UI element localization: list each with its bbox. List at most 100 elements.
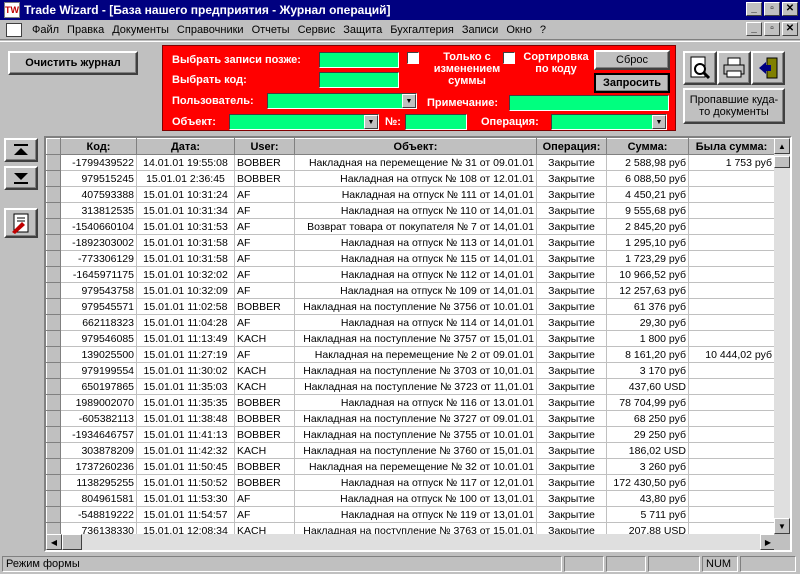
row-selector[interactable] bbox=[46, 330, 61, 347]
sort-by-code-checkbox[interactable] bbox=[503, 52, 515, 64]
row-selector[interactable] bbox=[46, 346, 61, 363]
column-header-sum[interactable]: Сумма: bbox=[606, 138, 689, 155]
menu-window[interactable]: Окно bbox=[502, 24, 536, 36]
chevron-down-icon[interactable]: ▼ bbox=[402, 94, 416, 108]
table-row[interactable]: 979546085 15.01.01 11:13:49 KACH Накладная … bbox=[46, 330, 775, 347]
column-header-code[interactable]: Код: bbox=[60, 138, 137, 155]
table-row[interactable]: 979545571 15.01.01 11:02:58 BOBBER Накладна… bbox=[46, 298, 775, 315]
row-selector[interactable] bbox=[46, 250, 61, 267]
horizontal-scroll-thumb[interactable] bbox=[62, 534, 82, 550]
reset-button[interactable]: Сброс bbox=[594, 50, 670, 70]
scroll-left-icon[interactable]: ◀ bbox=[46, 534, 62, 550]
table-row[interactable]: 313812535 15.01.01 10:31:34 AF Накладная на… bbox=[46, 202, 775, 219]
horizontal-scrollbar[interactable]: ◀ ▶ bbox=[46, 534, 776, 550]
note-field[interactable] bbox=[509, 95, 669, 111]
operation-select[interactable]: ▼ bbox=[551, 114, 667, 130]
row-selector[interactable] bbox=[46, 506, 61, 523]
menu-edit[interactable]: Правка bbox=[63, 24, 108, 36]
table-row[interactable]: -1892303002 15.01.01 10:31:58 AF Накладная … bbox=[46, 234, 775, 251]
scroll-down-icon[interactable]: ▼ bbox=[774, 518, 790, 534]
table-row[interactable]: 303878209 15.01.01 11:42:32 KACH Накладная … bbox=[46, 442, 775, 459]
table-row[interactable]: 139025500 15.01.01 11:27:19 AF Накладная на… bbox=[46, 346, 775, 363]
table-row[interactable]: -1645971175 15.01.01 10:32:02 AF Накладная … bbox=[46, 266, 775, 283]
restore-button[interactable]: ▫ bbox=[764, 2, 780, 16]
column-header-operation[interactable]: Операция: bbox=[536, 138, 607, 155]
minimize-button[interactable]: _ bbox=[746, 2, 762, 16]
menu-file[interactable]: Файл bbox=[28, 24, 63, 36]
table-row[interactable]: 979515245 15.01.01 2:36:45 BOBBER Накладная… bbox=[46, 170, 775, 187]
row-selector[interactable] bbox=[46, 426, 61, 443]
number-field[interactable] bbox=[405, 114, 467, 130]
row-selector[interactable] bbox=[46, 490, 61, 507]
print-button[interactable] bbox=[717, 51, 751, 85]
menu-documents[interactable]: Документы bbox=[108, 24, 173, 36]
table-row[interactable]: -1799439522 14.01.01 19:55:08 BOBBER Наклад… bbox=[46, 154, 775, 171]
row-selector[interactable] bbox=[46, 266, 61, 283]
row-selector[interactable] bbox=[46, 458, 61, 475]
row-selector[interactable] bbox=[46, 170, 61, 187]
menu-protection[interactable]: Защита bbox=[339, 24, 386, 36]
row-selector[interactable] bbox=[46, 362, 61, 379]
row-selector[interactable] bbox=[46, 186, 61, 203]
row-selector[interactable] bbox=[46, 282, 61, 299]
table-row[interactable]: 1737260236 15.01.01 11:50:45 BOBBER Накладн… bbox=[46, 458, 775, 475]
row-selector[interactable] bbox=[46, 298, 61, 315]
row-selector[interactable] bbox=[46, 234, 61, 251]
table-row[interactable]: 662118323 15.01.01 11:04:28 AF Накладная на… bbox=[46, 314, 775, 331]
row-selector[interactable] bbox=[46, 474, 61, 491]
records-after-field[interactable] bbox=[319, 52, 399, 68]
mdi-minimize-button[interactable]: _ bbox=[746, 22, 762, 36]
column-header-object[interactable]: Объект: bbox=[294, 138, 537, 155]
clear-journal-button[interactable]: Очистить журнал bbox=[8, 51, 138, 75]
user-select[interactable]: ▼ bbox=[267, 93, 417, 109]
menu-reports[interactable]: Отчеты bbox=[248, 24, 294, 36]
code-field[interactable] bbox=[319, 72, 399, 88]
menu-service[interactable]: Сервис bbox=[294, 24, 340, 36]
table-row[interactable]: 650197865 15.01.01 11:35:03 KACH Накладная … bbox=[46, 378, 775, 395]
only-changed-checkbox[interactable] bbox=[407, 52, 419, 64]
menu-records[interactable]: Записи bbox=[458, 24, 503, 36]
chevron-down-icon[interactable]: ▼ bbox=[652, 115, 666, 129]
document-icon[interactable] bbox=[6, 22, 22, 37]
mdi-restore-button[interactable]: ▫ bbox=[764, 22, 780, 36]
row-selector[interactable] bbox=[46, 442, 61, 459]
app-icon[interactable]: TW bbox=[4, 2, 20, 18]
table-row[interactable]: 979199554 15.01.01 11:30:02 KACH Накладная … bbox=[46, 362, 775, 379]
chevron-down-icon[interactable]: ▼ bbox=[364, 115, 378, 129]
scroll-up-icon[interactable]: ▲ bbox=[774, 138, 790, 154]
object-select[interactable]: ▼ bbox=[229, 114, 379, 130]
table-row[interactable]: -548819222 15.01.01 11:54:57 AF Накладная н… bbox=[46, 506, 775, 523]
menu-references[interactable]: Справочники bbox=[173, 24, 248, 36]
table-row[interactable]: -773306129 15.01.01 10:31:58 AF Накладная н… bbox=[46, 250, 775, 267]
first-record-button[interactable] bbox=[4, 138, 38, 162]
close-button[interactable]: ✕ bbox=[782, 2, 798, 16]
menu-help[interactable]: ? bbox=[536, 24, 550, 36]
row-selector[interactable] bbox=[46, 218, 61, 235]
table-row[interactable]: -1934646757 15.01.01 11:41:13 BOBBER Наклад… bbox=[46, 426, 775, 443]
column-header-date[interactable]: Дата: bbox=[136, 138, 235, 155]
row-selector[interactable] bbox=[46, 154, 61, 171]
table-row[interactable]: -1540660104 15.01.01 10:31:53 AF Возврат то… bbox=[46, 218, 775, 235]
query-button[interactable]: Запросить bbox=[594, 73, 670, 93]
journal-doc-button[interactable] bbox=[4, 208, 38, 238]
lost-documents-button[interactable]: Пропавшие куда-то документы bbox=[683, 88, 785, 124]
scroll-thumb[interactable] bbox=[774, 156, 790, 168]
row-selector[interactable] bbox=[46, 394, 61, 411]
preview-button[interactable] bbox=[683, 51, 717, 85]
row-selector[interactable] bbox=[46, 202, 61, 219]
row-selector[interactable] bbox=[46, 378, 61, 395]
last-record-button[interactable] bbox=[4, 166, 38, 190]
table-row[interactable]: 804961581 15.01.01 11:53:30 AF Накладная на… bbox=[46, 490, 775, 507]
menu-accounting[interactable]: Бухгалтерия bbox=[386, 24, 458, 36]
table-row[interactable]: -605382113 15.01.01 11:38:48 BOBBER Накладн… bbox=[46, 410, 775, 427]
column-header-user[interactable]: User: bbox=[234, 138, 295, 155]
exit-button[interactable] bbox=[751, 51, 785, 85]
row-selector[interactable] bbox=[46, 314, 61, 331]
table-row[interactable]: 1138295255 15.01.01 11:50:52 BOBBER Накладн… bbox=[46, 474, 775, 491]
column-header-previous-sum[interactable]: Была сумма: bbox=[688, 138, 775, 155]
table-row[interactable]: 1989002070 15.01.01 11:35:35 BOBBER Накладн… bbox=[46, 394, 775, 411]
table-row[interactable]: 407593388 15.01.01 10:31:24 AF Накладная на… bbox=[46, 186, 775, 203]
row-selector[interactable] bbox=[46, 410, 61, 427]
mdi-close-button[interactable]: ✕ bbox=[782, 22, 798, 36]
vertical-scrollbar[interactable]: ▲ ▼ bbox=[774, 138, 790, 534]
